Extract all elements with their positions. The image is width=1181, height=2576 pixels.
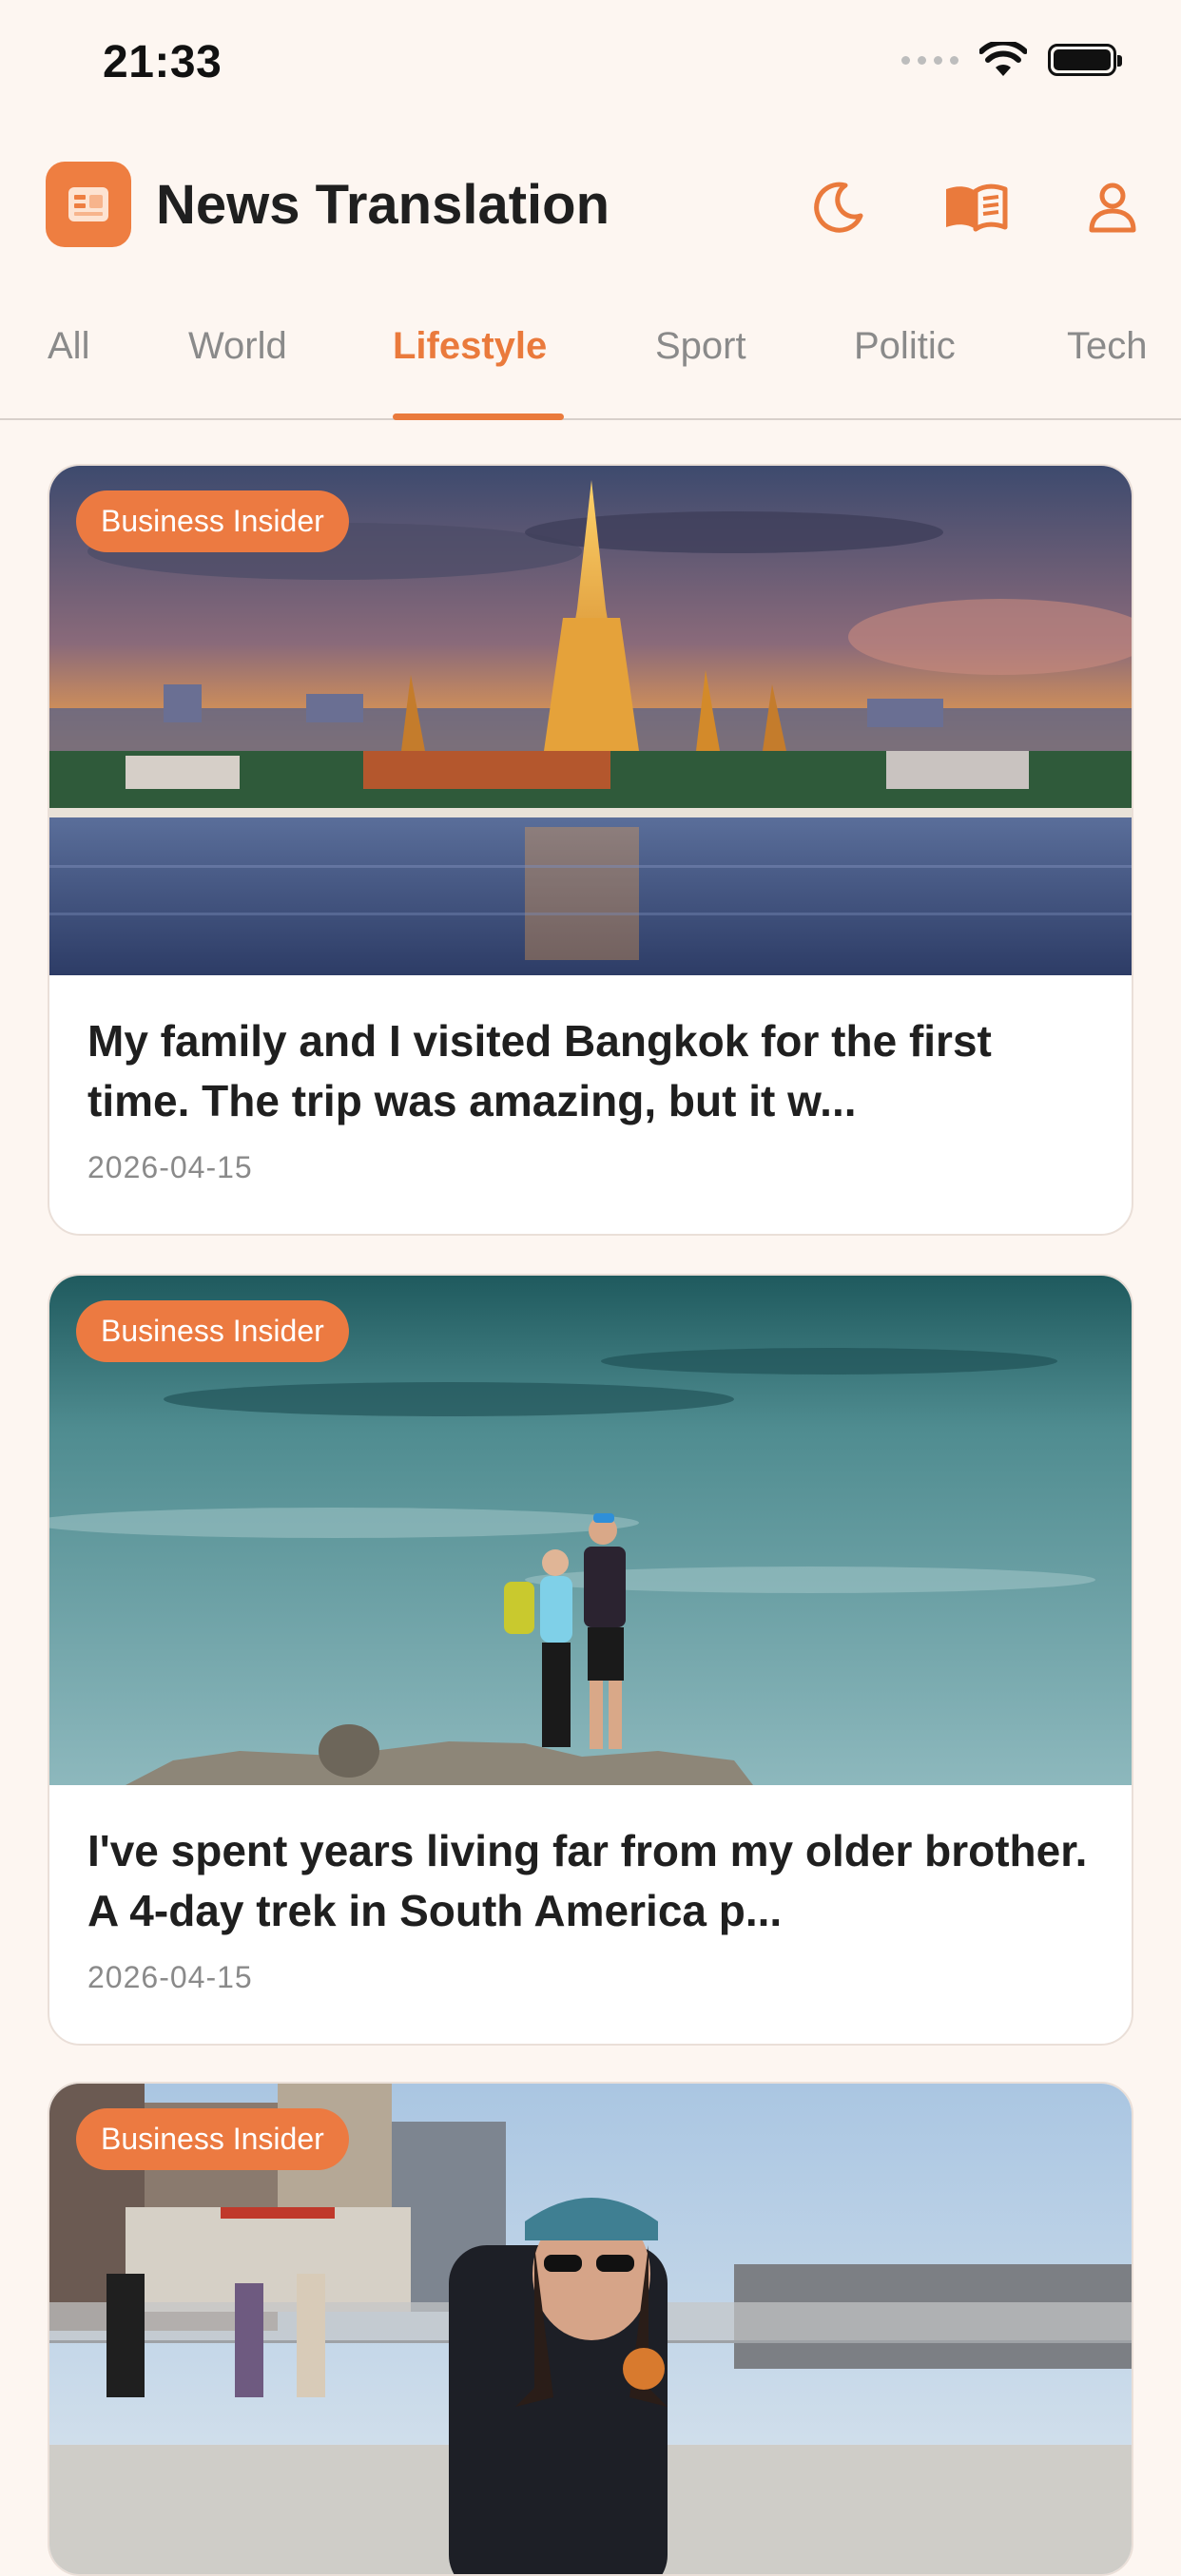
article-image-city-portrait: Business Insider xyxy=(49,2084,1132,2574)
article-date: 2026-04-15 xyxy=(87,1150,253,1184)
active-tab-indicator xyxy=(393,413,564,420)
status-bar: 21:33 xyxy=(0,0,1181,133)
battery-icon xyxy=(1048,44,1122,76)
status-icons xyxy=(901,42,1122,78)
article-card[interactable]: Business Insider xyxy=(48,2082,1133,2576)
tab-world[interactable]: World xyxy=(188,325,287,368)
category-tabs: All World Lifestyle Sport Politic Tech xyxy=(0,314,1181,420)
tab-lifestyle[interactable]: Lifestyle xyxy=(393,325,547,368)
tab-politic[interactable]: Politic xyxy=(854,325,956,368)
dark-mode-moon-icon[interactable] xyxy=(808,177,869,238)
tab-sport[interactable]: Sport xyxy=(655,325,746,368)
article-image-bangkok-temple: Business Insider xyxy=(49,466,1132,975)
article-title: I've spent years living far from my olde… xyxy=(87,1826,1088,1935)
article-date: 2026-04-15 xyxy=(87,1960,253,1994)
article-card[interactable]: Business Insider I've spent years living… xyxy=(48,1274,1133,2046)
reader-book-icon[interactable] xyxy=(941,177,1010,238)
wifi-icon xyxy=(979,42,1027,76)
tab-tech[interactable]: Tech xyxy=(1067,325,1148,368)
app-header: News Translation xyxy=(0,160,1181,251)
article-title: My family and I visited Bangkok for the … xyxy=(87,1016,992,1125)
profile-icon[interactable] xyxy=(1082,177,1143,238)
signal-icon xyxy=(901,55,958,65)
source-badge: Business Insider xyxy=(76,1300,349,1362)
app-logo-icon xyxy=(46,162,131,247)
article-card[interactable]: Business Insider My family and I visited… xyxy=(48,464,1133,1236)
app-title: News Translation xyxy=(156,174,610,236)
source-badge: Business Insider xyxy=(76,2108,349,2170)
status-time: 21:33 xyxy=(103,37,223,87)
tab-all[interactable]: All xyxy=(48,325,89,368)
source-badge: Business Insider xyxy=(76,490,349,552)
article-image-trek-couple: Business Insider xyxy=(49,1276,1132,1785)
